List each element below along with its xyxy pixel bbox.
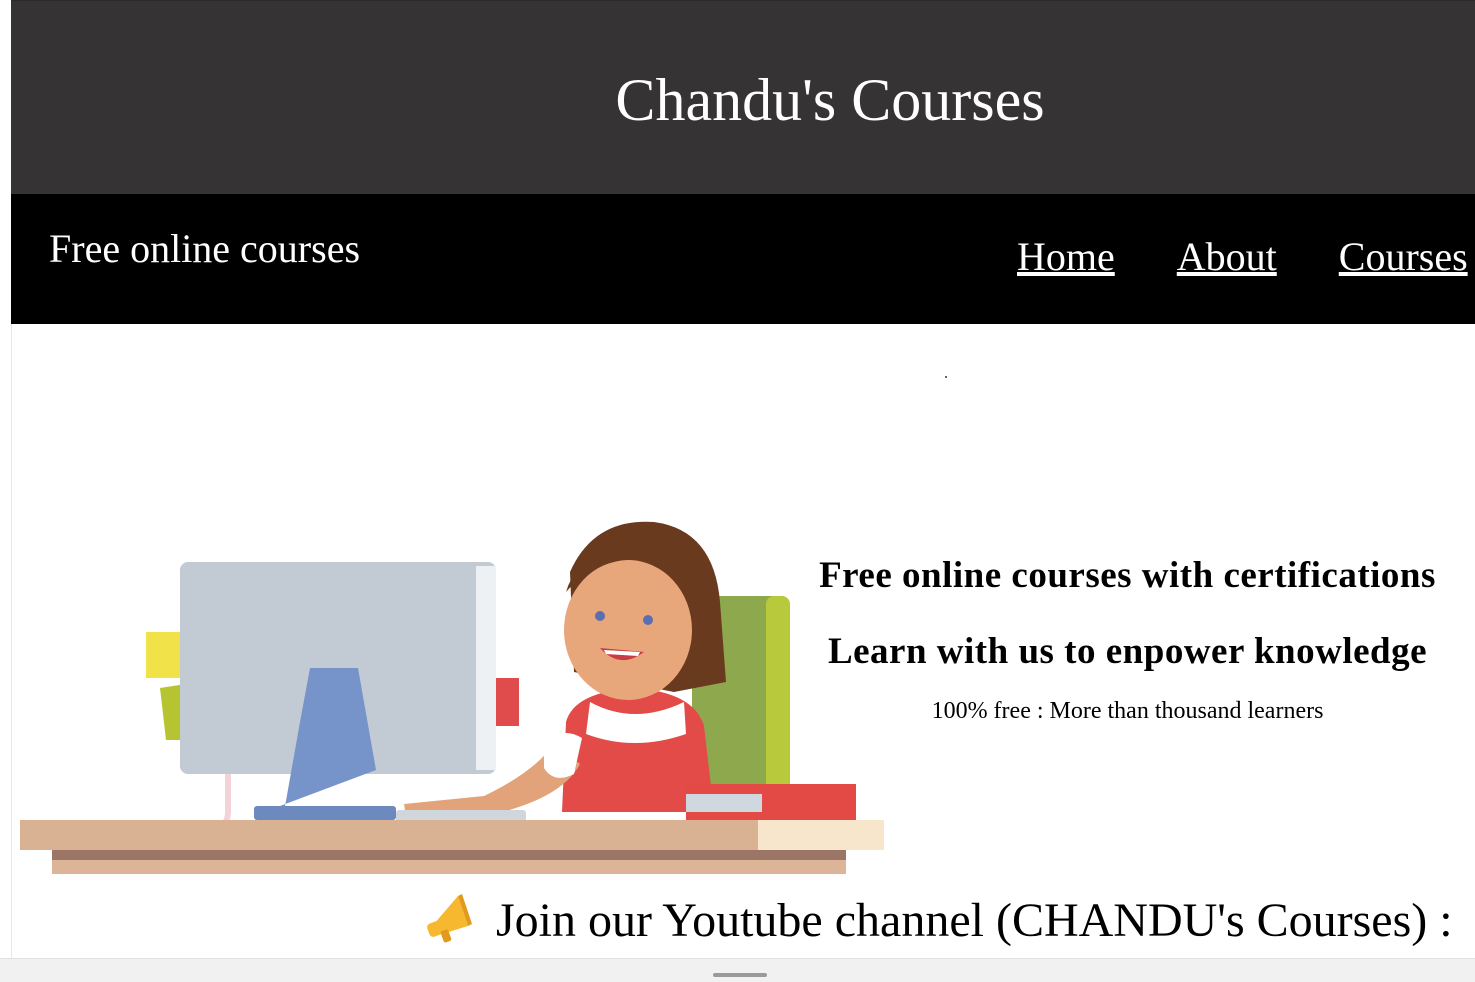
site-title: Chandu's Courses — [615, 67, 1045, 133]
announcement-text: Join our Youtube channel (CHANDU's Cours… — [496, 894, 1453, 947]
sticky-note-yellow — [146, 632, 184, 678]
hero-headline: Free online courses with certifications — [819, 555, 1436, 596]
nav-link-home[interactable]: Home — [1017, 234, 1115, 280]
nav-tagline: Free online courses — [49, 226, 361, 271]
monitor-base — [254, 806, 396, 820]
hero-caption: 100% free : More than thousand learners — [931, 698, 1324, 724]
person-eye-right — [643, 615, 653, 625]
hero-subheadline: Learn with us to enpower knowledge — [827, 631, 1428, 672]
chair-side — [766, 596, 790, 810]
nav-link-courses[interactable]: Courses — [1339, 234, 1468, 280]
site-header: Chandu's Courses — [11, 0, 1475, 195]
person-face — [564, 560, 692, 700]
monitor-edge — [476, 566, 496, 770]
desk-shadow — [52, 850, 846, 860]
bottom-bar — [0, 958, 1475, 982]
sticky-note-red — [493, 678, 519, 726]
desk-top — [20, 820, 884, 850]
person-eye-left — [595, 611, 605, 621]
nav-bar: Free online courses Home About Courses — [11, 194, 1475, 324]
hero-illustration — [20, 521, 884, 874]
stray-dot — [945, 376, 947, 378]
announcement-marquee[interactable]: Join our Youtube channel (CHANDU's Cours… — [424, 890, 1453, 949]
nav-link-about[interactable]: About — [1177, 234, 1277, 280]
scroll-handle[interactable] — [713, 973, 767, 977]
desk-front — [52, 860, 846, 874]
hero-text: Free online courses with certifications … — [800, 550, 1455, 726]
megaphone-icon — [427, 894, 472, 943]
nav-links: Home About Courses — [1017, 234, 1475, 280]
